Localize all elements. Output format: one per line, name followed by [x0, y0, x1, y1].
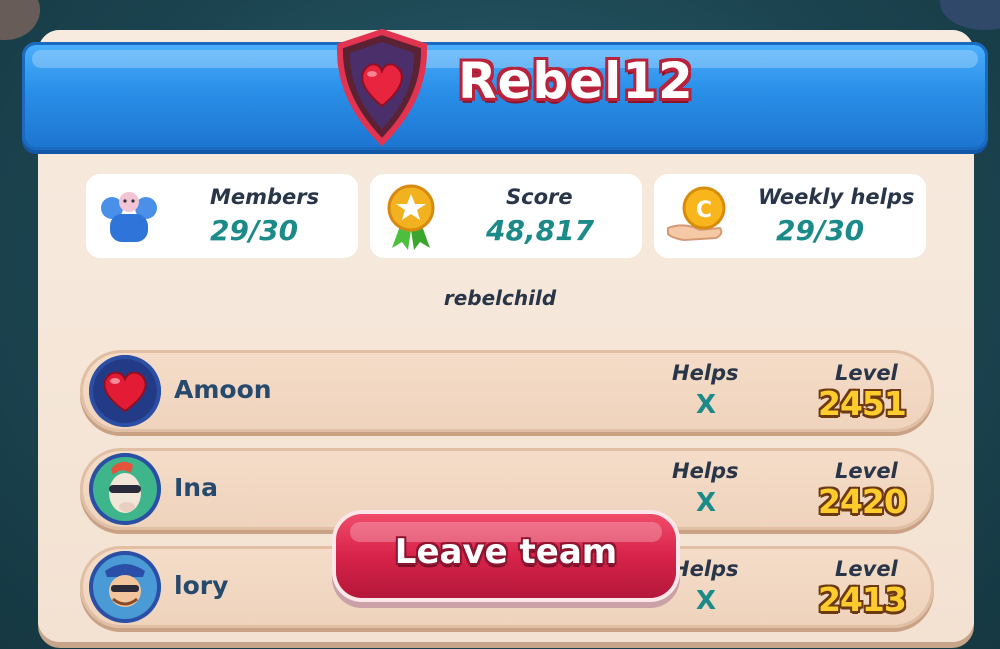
- team-shield-icon: [336, 28, 428, 146]
- helps-value: X: [696, 586, 717, 616]
- helps-label: Helps: [672, 557, 739, 581]
- helps-value: X: [696, 390, 717, 420]
- level-label: Level: [835, 361, 898, 385]
- level-label: Level: [835, 557, 898, 581]
- team-description: rebelchild: [443, 286, 557, 310]
- member-name: Ina: [174, 473, 218, 502]
- level-value: 2420: [818, 482, 907, 521]
- helps-label: Helps: [672, 361, 739, 385]
- score-label: Score: [506, 185, 573, 209]
- character-avatar: [89, 551, 161, 623]
- character-icon: [105, 564, 145, 607]
- helps-label: Helps: [672, 459, 739, 483]
- leave-team-button[interactable]: Leave team: [336, 514, 676, 598]
- helps-value: X: [696, 488, 717, 518]
- members-label: Members: [210, 185, 320, 209]
- level-value: 2413: [818, 580, 907, 619]
- heart-avatar: [89, 355, 161, 427]
- level-value: 2451: [818, 384, 907, 423]
- level-label: Level: [835, 459, 898, 483]
- character-avatar: [89, 453, 161, 525]
- member-name: lory: [174, 571, 229, 600]
- heart-icon: [103, 371, 147, 413]
- llama-character-icon: [109, 461, 141, 513]
- weekly-helps-stat-card: C Weekly helps 29/30: [654, 174, 926, 258]
- score-stat-card: Score 48,817: [370, 174, 642, 258]
- team-name-title: Rebel12: [458, 52, 694, 110]
- score-value: 48,817: [486, 214, 595, 247]
- score-medal-icon: [387, 184, 435, 250]
- weekly-helps-label: Weekly helps: [758, 185, 915, 209]
- leave-team-label: Leave team: [394, 532, 618, 572]
- members-icon: [101, 192, 157, 242]
- weekly-helps-value: 29/30: [776, 214, 865, 247]
- coin-hand-icon: C: [667, 186, 726, 242]
- members-stat-card: Members 29/30: [86, 174, 358, 258]
- member-name: Amoon: [174, 375, 272, 404]
- member-row[interactable]: Amoon Helps X Level 2451: [80, 350, 934, 432]
- svg-text:C: C: [696, 198, 712, 223]
- members-value: 29/30: [210, 214, 299, 247]
